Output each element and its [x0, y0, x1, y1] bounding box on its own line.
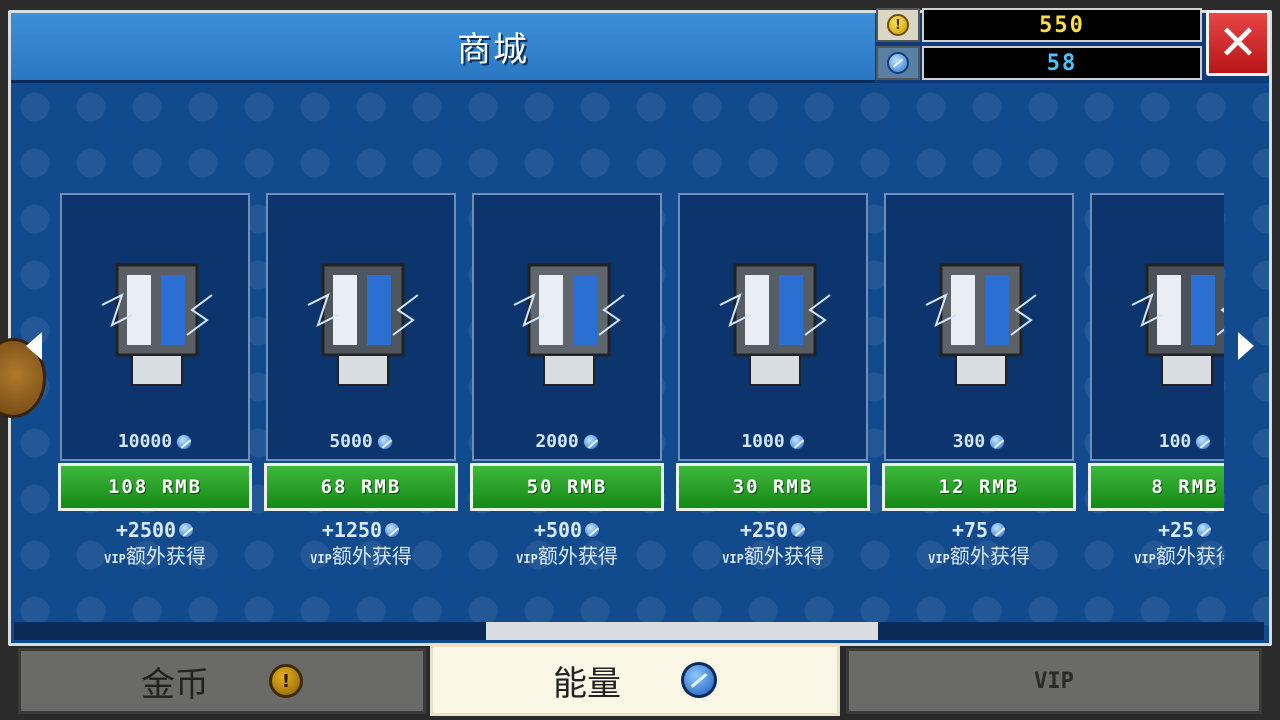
energy-machine-image: [268, 195, 454, 425]
vip-prefix: VIP: [722, 552, 744, 566]
bonus-value: +250: [739, 518, 789, 542]
bonus-value: +25: [1157, 518, 1195, 542]
energy-amount-value: 100: [1158, 431, 1192, 452]
bonus-label: 额外获得: [125, 544, 206, 568]
vip-prefix: VIP: [104, 552, 126, 566]
buy-button[interactable]: 12 RMB: [882, 463, 1076, 511]
energy-machine-image: [886, 195, 1072, 425]
energy-gem-icon: [887, 52, 909, 74]
energy-gem-icon: [790, 522, 807, 538]
energy-gem-icon: [1195, 433, 1212, 450]
page-title: 商城: [457, 30, 529, 70]
energy-amount-value: 5000: [329, 431, 373, 452]
bonus-value: +500: [533, 518, 583, 542]
energy-machine-image: [62, 195, 248, 425]
bonus-label: 额外获得: [743, 544, 824, 568]
vip-prefix: VIP: [1134, 552, 1156, 566]
coin-balance: ! 550: [876, 8, 1202, 42]
energy-amount-value: 300: [952, 431, 986, 452]
coin-count: 550: [922, 8, 1202, 42]
product-carousel[interactable]: 10000 108 RMB +2500 VIP额外获得 5000 68 RMB +1250 V…: [50, 180, 1224, 600]
product-card[interactable]: 300: [884, 193, 1074, 461]
bonus-label: 额外获得: [1155, 544, 1224, 568]
vip-bonus: +250 VIP额外获得: [676, 518, 870, 569]
buy-button[interactable]: 50 RMB: [470, 463, 664, 511]
scrollbar-thumb[interactable]: [486, 622, 878, 640]
product-card[interactable]: 2000: [472, 193, 662, 461]
energy-gem-icon: [178, 522, 195, 538]
energy-gem-icon: [176, 433, 193, 450]
tab-gold-label: 金币: [141, 664, 209, 705]
close-button[interactable]: ✕: [1206, 10, 1270, 76]
energy-gem-icon: [990, 522, 1007, 538]
energy-gem-icon: [989, 433, 1006, 450]
buy-button[interactable]: 30 RMB: [676, 463, 870, 511]
product-card[interactable]: 1000: [678, 193, 868, 461]
energy-gem-icon: [681, 662, 717, 698]
energy-machine-image: [1092, 195, 1224, 425]
buy-button[interactable]: 108 RMB: [58, 463, 252, 511]
vip-prefix: VIP: [310, 552, 332, 566]
energy-amount: 100: [1092, 431, 1224, 452]
bonus-value: +1250: [321, 518, 383, 542]
bonus-label: 额外获得: [331, 544, 412, 568]
vip-bonus: +75 VIP额外获得: [882, 518, 1076, 569]
energy-amount: 2000: [474, 431, 660, 452]
energy-amount: 10000: [62, 431, 248, 452]
energy-gem-icon: [1196, 522, 1213, 538]
product-card[interactable]: 5000: [266, 193, 456, 461]
tab-vip[interactable]: VIP: [846, 648, 1262, 714]
energy-count: 58: [922, 46, 1202, 80]
shop-screen: 商城 ! 550 58 ✕ 10000 108 RMB +2500 VIP额外获得 50…: [0, 0, 1280, 720]
energy-gem-icon: [582, 433, 599, 450]
energy-amount-value: 10000: [117, 431, 173, 452]
bonus-label: 额外获得: [537, 544, 618, 568]
tab-energy[interactable]: 能量: [430, 644, 840, 716]
energy-gem-icon: [584, 522, 601, 538]
title-bar: 商城: [11, 13, 875, 83]
bonus-label: 额外获得: [949, 544, 1030, 568]
vip-prefix: VIP: [516, 552, 538, 566]
energy-balance: 58: [876, 46, 1202, 80]
tab-energy-label: 能量: [553, 663, 621, 704]
energy-amount: 300: [886, 431, 1072, 452]
arrow-right-icon[interactable]: [1238, 332, 1254, 360]
energy-gem-icon: [376, 433, 393, 450]
vip-bonus: +1250 VIP额外获得: [264, 518, 458, 569]
energy-machine-image: [680, 195, 866, 425]
energy-amount: 1000: [680, 431, 866, 452]
vip-prefix: VIP: [928, 552, 950, 566]
close-icon: ✕: [1217, 15, 1259, 71]
energy-machine-image: [474, 195, 660, 425]
energy-amount-value: 2000: [535, 431, 579, 452]
bonus-value: +75: [951, 518, 989, 542]
energy-amount-value: 1000: [741, 431, 785, 452]
tab-gold[interactable]: 金币 !: [18, 648, 426, 714]
product-card[interactable]: 10000: [60, 193, 250, 461]
coin-icon: !: [887, 14, 909, 36]
bonus-value: +2500: [115, 518, 177, 542]
vip-bonus: +500 VIP额外获得: [470, 518, 664, 569]
vip-bonus: +25VIP额外获得: [1088, 518, 1224, 569]
energy-gem-icon: [788, 433, 805, 450]
tab-vip-label: VIP: [1034, 668, 1074, 694]
buy-button[interactable]: 8 RMB: [1088, 463, 1224, 511]
buy-button[interactable]: 68 RMB: [264, 463, 458, 511]
product-card[interactable]: 100: [1090, 193, 1224, 461]
energy-amount: 5000: [268, 431, 454, 452]
arrow-left-icon[interactable]: [26, 332, 42, 360]
coin-icon: !: [269, 664, 303, 698]
energy-gem-icon: [384, 522, 401, 538]
vip-bonus: +2500 VIP额外获得: [58, 518, 252, 569]
